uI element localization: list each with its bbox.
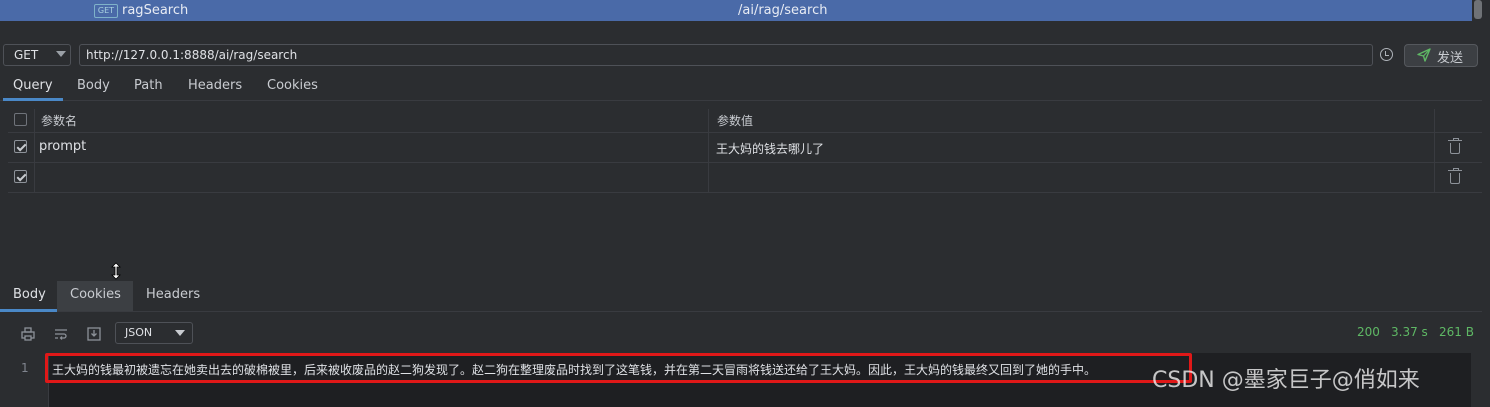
param-row-checkbox[interactable] xyxy=(14,140,27,153)
http-method-label: GET xyxy=(14,48,39,62)
param-row-checkbox[interactable] xyxy=(14,170,27,183)
wrap-icon[interactable] xyxy=(54,327,68,341)
response-tab-body[interactable]: Body xyxy=(13,282,46,308)
response-time: 3.37 s xyxy=(1391,325,1428,339)
response-tab-headers[interactable]: Headers xyxy=(146,282,200,308)
tab-body[interactable]: Body xyxy=(77,73,110,99)
line-gutter: 1 xyxy=(11,353,49,407)
divider xyxy=(0,100,1482,101)
row-divider xyxy=(8,162,1482,163)
send-icon xyxy=(1417,48,1431,62)
column-divider xyxy=(34,109,35,193)
watermark: CSDN @墨家巨子@俏如来 xyxy=(1152,368,1420,393)
param-value-cell[interactable]: 王大妈的钱去哪儿了 xyxy=(716,140,824,157)
chevron-down-icon xyxy=(56,51,66,57)
trash-icon[interactable] xyxy=(1448,168,1462,184)
response-tab-cookies[interactable]: Cookies xyxy=(70,282,121,308)
resize-cursor-icon xyxy=(111,262,121,280)
params-table: 参数名 参数值 prompt 王大妈的钱去哪儿了 xyxy=(8,109,1482,193)
endpoint-name: ragSearch xyxy=(122,3,189,18)
tab-path[interactable]: Path xyxy=(134,73,163,99)
row-divider xyxy=(8,192,1482,193)
send-label: 发送 xyxy=(1437,51,1464,66)
format-label: JSON xyxy=(125,326,153,339)
endpoint-path: /ai/rag/search xyxy=(738,3,828,18)
url-input[interactable] xyxy=(79,44,1373,66)
divider xyxy=(0,311,1482,312)
column-divider xyxy=(1434,109,1435,193)
tab-headers[interactable]: Headers xyxy=(188,73,242,99)
highlight-annotation xyxy=(45,353,1192,383)
download-icon[interactable] xyxy=(87,327,101,341)
status-code: 200 xyxy=(1357,325,1380,339)
param-name-header: 参数名 xyxy=(41,114,78,128)
format-select[interactable]: JSON xyxy=(115,322,193,344)
line-number: 1 xyxy=(21,361,29,375)
http-method-select[interactable]: GET xyxy=(3,44,71,66)
tab-cookies[interactable]: Cookies xyxy=(267,73,318,99)
chevron-down-icon xyxy=(175,330,185,336)
param-value-header: 参数值 xyxy=(717,114,754,128)
endpoint-method-icon: GET xyxy=(94,4,118,18)
response-size: 261 B xyxy=(1439,325,1474,339)
endpoint-row[interactable] xyxy=(0,0,1472,21)
active-tab-indicator xyxy=(0,309,57,312)
scrollbar-thumb[interactable] xyxy=(1474,0,1482,19)
history-icon[interactable] xyxy=(1380,48,1393,61)
row-divider xyxy=(8,132,1482,133)
print-icon[interactable] xyxy=(21,327,35,341)
send-button[interactable]: 发送 xyxy=(1404,44,1478,67)
trash-icon[interactable] xyxy=(1448,138,1462,154)
tab-query[interactable]: Query xyxy=(13,73,53,99)
select-all-checkbox[interactable] xyxy=(14,113,27,126)
active-tab-indicator xyxy=(3,98,63,101)
column-divider xyxy=(708,109,709,193)
param-name-cell[interactable]: prompt xyxy=(39,139,86,154)
